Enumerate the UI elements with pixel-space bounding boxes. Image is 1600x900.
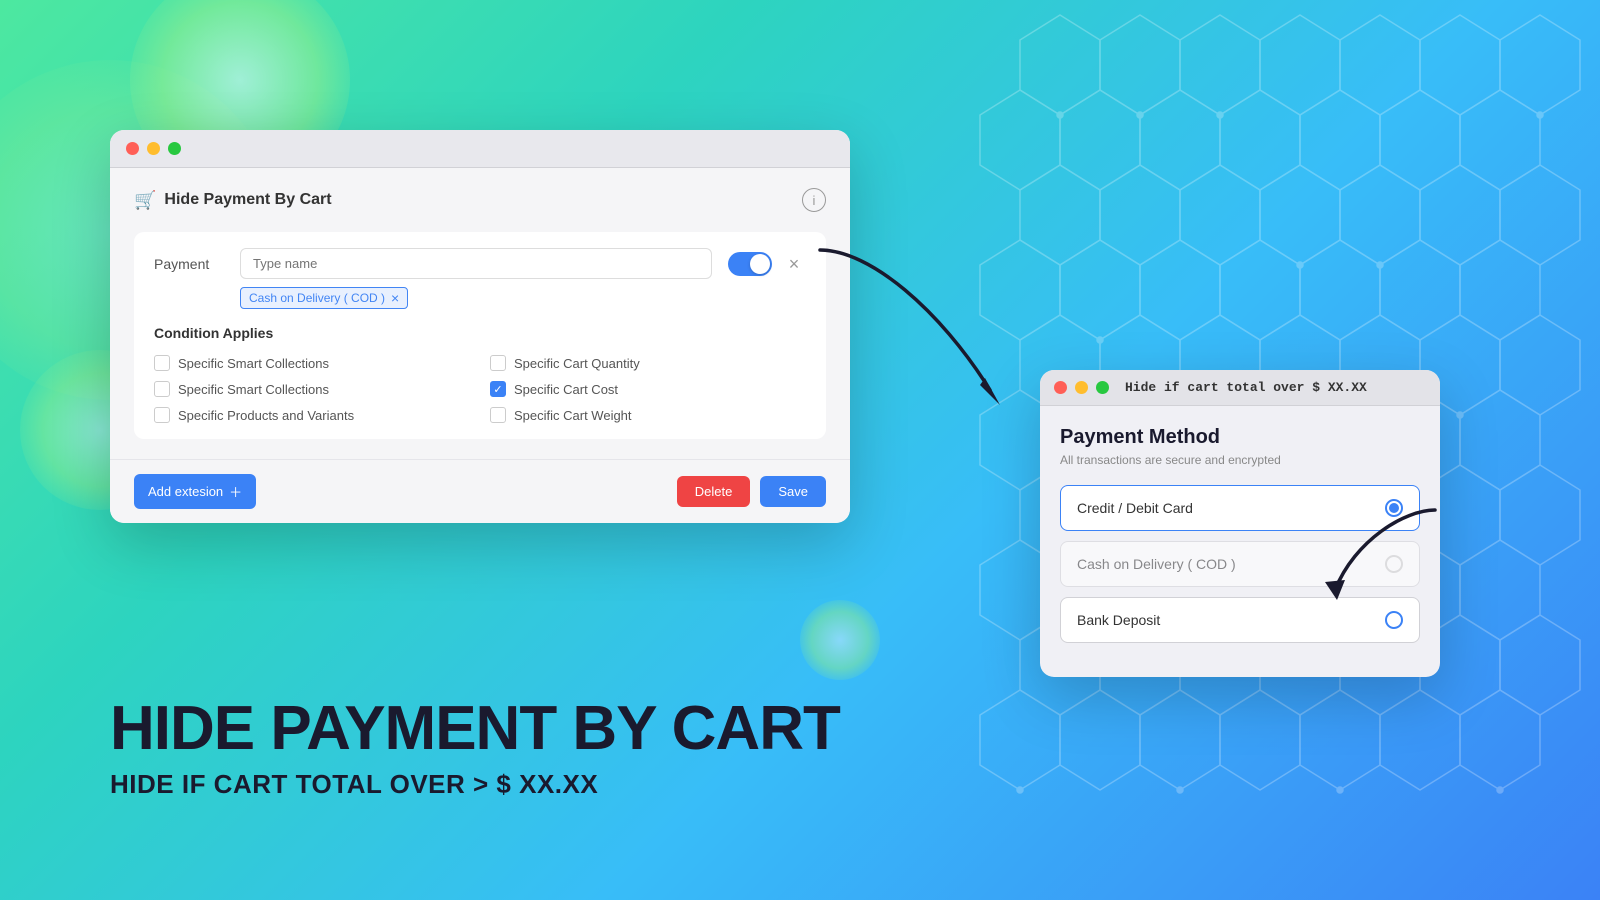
payment-toggle[interactable] xyxy=(728,252,772,276)
traffic-light-green[interactable] xyxy=(168,142,181,155)
close-button[interactable]: × xyxy=(782,252,806,276)
delete-button[interactable]: Delete xyxy=(677,476,751,507)
payment-window-titlebar: Hide if cart total over $ XX.XX xyxy=(1040,370,1440,406)
payment-tag: Cash on Delivery ( COD ) × xyxy=(240,287,408,309)
hide-annotation: Hide if cart total over $ XX.XX xyxy=(1125,380,1367,395)
checkbox-scc[interactable]: ✓ xyxy=(490,381,506,397)
traffic-light-red[interactable] xyxy=(126,142,139,155)
save-button[interactable]: Save xyxy=(760,476,826,507)
add-extension-label: Add extesion xyxy=(148,484,223,499)
condition-label-spv: Specific Products and Variants xyxy=(178,408,354,423)
condition-label-ssc2: Specific Smart Collections xyxy=(178,382,329,397)
payment-option-credit-label: Credit / Debit Card xyxy=(1077,500,1193,516)
info-icon[interactable]: i xyxy=(802,188,826,212)
traffic-light-yellow[interactable] xyxy=(147,142,160,155)
condition-label-scw: Specific Cart Weight xyxy=(514,408,632,423)
condition-label-scc: Specific Cart Cost xyxy=(514,382,618,397)
pw-traffic-light-red[interactable] xyxy=(1054,381,1067,394)
conditions-grid: Specific Smart Collections Specific Cart… xyxy=(154,355,806,423)
payment-name-input[interactable] xyxy=(240,248,712,279)
main-window-titlebar xyxy=(110,130,850,168)
hero-subtitle: HIDE IF CART TOTAL OVER > $ XX.XX xyxy=(110,769,840,800)
condition-label-scq: Specific Cart Quantity xyxy=(514,356,640,371)
hero-text-section: HIDE PAYMENT BY CART HIDE IF CART TOTAL … xyxy=(110,695,840,800)
add-extension-icon: ＋ xyxy=(229,482,242,501)
window-header: 🛒 Hide Payment By Cart i xyxy=(134,188,826,212)
condition-section-title: Condition Applies xyxy=(154,321,806,341)
window-footer: Add extesion ＋ Delete Save xyxy=(110,459,850,523)
payment-method-subtitle: All transactions are secure and encrypte… xyxy=(1060,453,1420,467)
hero-title: HIDE PAYMENT BY CART xyxy=(110,695,840,763)
payment-window-content: Payment Method All transactions are secu… xyxy=(1040,406,1440,677)
checkbox-ssc1[interactable] xyxy=(154,355,170,371)
toggle-close-row: × xyxy=(728,248,806,276)
add-extension-button[interactable]: Add extesion ＋ xyxy=(134,474,256,509)
checkbox-spv[interactable] xyxy=(154,407,170,423)
pw-traffic-light-yellow[interactable] xyxy=(1075,381,1088,394)
radio-credit[interactable] xyxy=(1385,499,1403,517)
condition-label-ssc1: Specific Smart Collections xyxy=(178,356,329,371)
condition-item-ssc2: Specific Smart Collections xyxy=(154,381,470,397)
condition-item-scw: Specific Cart Weight xyxy=(490,407,806,423)
window-title: Hide Payment By Cart xyxy=(164,191,331,209)
footer-right: Delete Save xyxy=(677,476,826,507)
tag-label: Cash on Delivery ( COD ) xyxy=(249,291,385,305)
payment-option-bank-label: Bank Deposit xyxy=(1077,612,1160,628)
checkbox-scq[interactable] xyxy=(490,355,506,371)
payment-label: Payment xyxy=(154,248,224,272)
condition-item-scq: Specific Cart Quantity xyxy=(490,355,806,371)
payment-row: Payment Cash on Delivery ( COD ) × × xyxy=(154,248,806,309)
radio-bank[interactable] xyxy=(1385,611,1403,629)
payment-option-credit[interactable]: Credit / Debit Card xyxy=(1060,485,1420,531)
tag-remove-button[interactable]: × xyxy=(391,291,399,305)
payment-option-cod[interactable]: Cash on Delivery ( COD ) xyxy=(1060,541,1420,587)
condition-item-scc: ✓ Specific Cart Cost xyxy=(490,381,806,397)
payment-option-bank[interactable]: Bank Deposit xyxy=(1060,597,1420,643)
payment-method-title: Payment Method xyxy=(1060,426,1420,449)
payment-window: Hide if cart total over $ XX.XX Payment … xyxy=(1040,370,1440,677)
condition-item-spv: Specific Products and Variants xyxy=(154,407,470,423)
bg-blob-tiny1 xyxy=(800,600,880,680)
main-window: 🛒 Hide Payment By Cart i Payment Cash on… xyxy=(110,130,850,523)
pw-traffic-light-green[interactable] xyxy=(1096,381,1109,394)
payment-section: Payment Cash on Delivery ( COD ) × × Con… xyxy=(134,232,826,439)
cart-icon: 🛒 xyxy=(134,190,156,211)
checkbox-scw[interactable] xyxy=(490,407,506,423)
checkbox-ssc2[interactable] xyxy=(154,381,170,397)
payment-input-area: Cash on Delivery ( COD ) × xyxy=(240,248,712,309)
payment-option-cod-label: Cash on Delivery ( COD ) xyxy=(1077,556,1236,572)
condition-item-ssc1: Specific Smart Collections xyxy=(154,355,470,371)
radio-cod[interactable] xyxy=(1385,555,1403,573)
